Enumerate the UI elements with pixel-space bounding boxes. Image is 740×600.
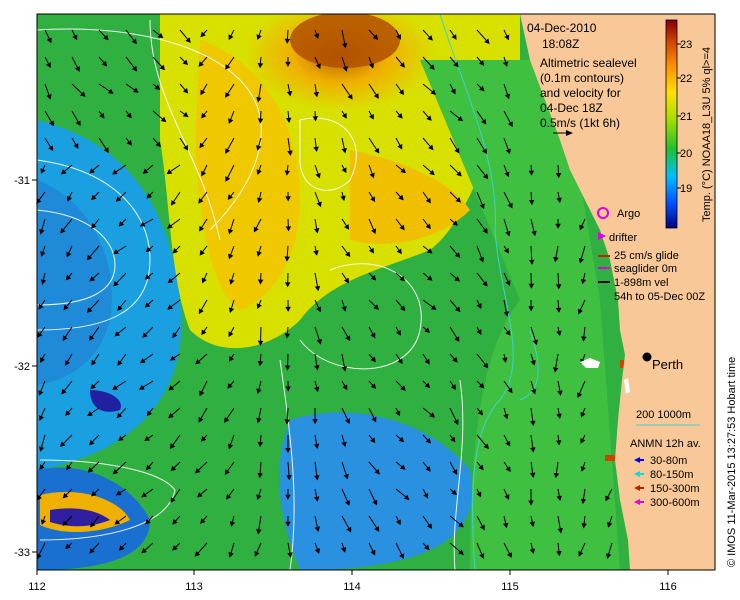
colorbar-tick: 19 <box>680 183 692 195</box>
colorbar-tick: 21 <box>680 111 692 123</box>
info-line4: 04-Dec 18Z <box>540 101 603 115</box>
info-line2: (0.1m contours) <box>540 71 624 85</box>
sst-map: 112 113 114 115 116 -31 -32 -33 04-Dec-2… <box>14 13 738 593</box>
x-tick-label: 114 <box>343 581 361 593</box>
credit-text: © IMOS 11-Mar-2015 13:27:53 Hobart time <box>726 357 738 567</box>
info-time: 18:08Z <box>542 37 579 51</box>
legend-drifter: drifter <box>609 232 637 244</box>
info-line5: 0.5m/s (1kt 6h) <box>540 116 620 130</box>
y-tick-label: -32 <box>14 361 30 373</box>
legend-seaglider: seaglider 0m <box>614 263 677 275</box>
legend-anmn-3: 150-300m <box>650 483 700 495</box>
legend-depth: 200 1000m <box>636 409 691 421</box>
x-tick-label: 115 <box>501 581 519 593</box>
legend-vel: 1-898m vel <box>614 277 668 289</box>
colorbar-gradient <box>665 19 678 229</box>
x-tick-label: 112 <box>28 581 46 593</box>
x-tick-label: 116 <box>659 581 677 593</box>
y-axis: -31 -32 -33 <box>14 175 37 559</box>
colorbar-tick: 23 <box>680 39 692 51</box>
x-tick-label: 113 <box>185 581 203 593</box>
info-line1: Altimetric sealevel <box>540 56 637 70</box>
y-tick-label: -33 <box>14 547 30 559</box>
legend-anmn-1: 30-80m <box>650 455 687 467</box>
info-date: 04-Dec-2010 <box>527 21 597 35</box>
info-line3: and velocity for <box>540 86 621 100</box>
legend-anmn-2: 80-150m <box>650 469 693 481</box>
colorbar-tick: 22 <box>680 73 692 85</box>
y-tick-label: -31 <box>14 175 30 187</box>
legend-anmn-4: 300-600m <box>650 497 700 509</box>
colorbar-tick: 20 <box>680 148 692 160</box>
legend-argo: Argo <box>617 208 640 220</box>
x-axis: 112 113 114 115 116 <box>28 570 677 593</box>
colorbar-label: Temp. (°C) NOAA18_L3U 5% ql>=4 <box>701 47 713 222</box>
legend-anmn-title: ANMN 12h av. <box>630 438 701 450</box>
legend-period: 54h to 05-Dec 00Z <box>614 291 705 303</box>
legend-glide: 25 cm/s glide <box>614 250 679 262</box>
city-label-perth: Perth <box>652 357 683 372</box>
perth-marker-icon <box>642 352 652 362</box>
